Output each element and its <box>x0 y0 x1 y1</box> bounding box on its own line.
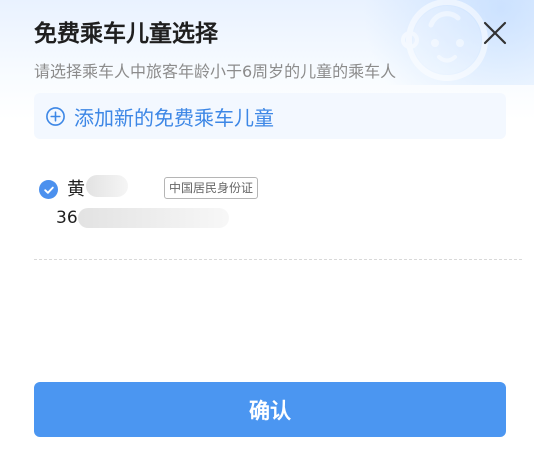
plus-circle-icon <box>46 106 65 126</box>
passenger-id-number: 36 <box>56 208 78 228</box>
confirm-button[interactable]: 确认 <box>34 382 506 437</box>
add-child-label: 添加新的免费乘车儿童 <box>74 105 274 130</box>
passenger-item[interactable]: 黄 中国居民身份证 36 <box>34 172 506 236</box>
child-selection-dialog: 免费乘车儿童选择 请选择乘车人中旅客年龄小于6周岁的儿童的乘车人 添加新的免费乘… <box>0 0 534 467</box>
dialog-title: 免费乘车儿童选择 <box>34 21 218 47</box>
add-child-button[interactable]: 添加新的免费乘车儿童 <box>34 93 506 139</box>
close-button[interactable] <box>477 15 513 51</box>
close-icon <box>483 21 507 45</box>
selected-checkbox[interactable] <box>39 180 58 199</box>
dialog-subtitle: 请选择乘车人中旅客年龄小于6周岁的儿童的乘车人 <box>34 62 397 81</box>
passenger-name: 黄 <box>67 179 85 200</box>
dashed-divider <box>34 259 522 260</box>
checkmark-icon <box>43 186 54 194</box>
name-redaction <box>86 175 128 197</box>
id-type-badge: 中国居民身份证 <box>164 177 259 199</box>
id-redaction <box>78 208 229 228</box>
